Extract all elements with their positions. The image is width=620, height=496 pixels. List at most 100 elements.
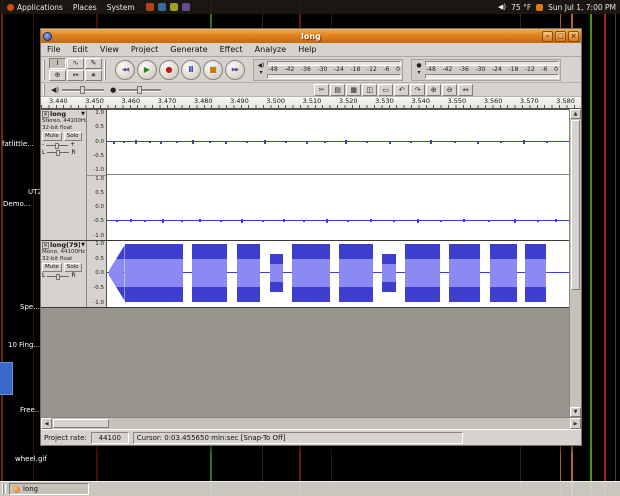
desktop-icon[interactable]: fatlittle... — [2, 140, 34, 148]
timeshift-tool[interactable]: ↔ — [67, 70, 84, 81]
taskbar-item-long[interactable]: long — [9, 483, 89, 495]
playback-meter-menu[interactable]: ◀) ▾ — [255, 61, 267, 79]
track-close-button[interactable]: × — [42, 111, 49, 119]
scroll-down-arrow[interactable]: ▼ — [570, 407, 581, 417]
clock[interactable]: Sun Jul 1, 7:00 PM — [548, 3, 616, 12]
track-menu-dropdown-icon[interactable]: ▼ — [81, 111, 85, 118]
horizontal-scrollbar[interactable]: ◀ ▶ — [41, 417, 581, 429]
weather-temperature[interactable]: 75 °F — [511, 3, 531, 12]
ruler-label: 3.440 — [49, 97, 68, 105]
toolbar-grip[interactable] — [104, 59, 107, 80]
slider-thumb[interactable] — [137, 85, 143, 94]
zoom-out-button[interactable]: ⊖ — [442, 83, 458, 96]
pan-slider[interactable] — [47, 273, 70, 280]
titlebar[interactable]: long – □ × — [41, 29, 581, 43]
vertical-ruler[interactable]: 1.0 0.5 0.0 -0.5 -1.0 — [87, 241, 106, 307]
menu-analyze[interactable]: Analyze — [249, 45, 293, 54]
launcher-icon-1[interactable] — [145, 3, 154, 11]
paste-button[interactable]: ▦ — [346, 83, 362, 96]
skip-end-button[interactable]: ▶▶ — [225, 59, 245, 80]
menu-project[interactable]: Project — [125, 45, 164, 54]
scroll-right-arrow[interactable]: ▶ — [570, 418, 581, 429]
taskbar-grip[interactable] — [2, 484, 6, 494]
vertical-scrollbar[interactable]: ▲ ▼ — [569, 109, 581, 417]
vertical-ruler[interactable]: 1.0 0.5 0.0 -0.5 -1.0 — [87, 110, 106, 176]
stop-button[interactable]: ■ — [203, 59, 223, 80]
track-close-button[interactable]: × — [42, 242, 49, 250]
slider-thumb[interactable] — [56, 150, 61, 157]
waveform-blip — [545, 141, 548, 143]
slider-thumb[interactable] — [55, 142, 60, 149]
silence-button[interactable]: ▭ — [378, 83, 394, 96]
vertical-scrollbar-thumb[interactable] — [571, 120, 580, 290]
solo-button[interactable]: Solo — [63, 132, 82, 142]
cut-button[interactable]: ✂ — [314, 83, 330, 96]
desktop-icon[interactable]: Spe... — [20, 303, 40, 311]
gain-slider[interactable] — [46, 142, 69, 149]
mute-button[interactable]: Mute — [42, 263, 62, 273]
mute-button[interactable]: Mute — [42, 132, 62, 142]
track-menu-dropdown-icon[interactable]: ▼ — [81, 242, 85, 249]
solo-button[interactable]: Solo — [63, 263, 82, 273]
desktop-icon[interactable]: Free... — [20, 406, 42, 414]
track-title[interactable]: long — [50, 111, 80, 118]
draw-tool[interactable]: ✎ — [85, 58, 102, 69]
menu-edit[interactable]: Edit — [66, 45, 94, 54]
trim-button[interactable]: ◫ — [362, 83, 378, 96]
selection-tool[interactable]: I — [49, 58, 66, 69]
track-title[interactable]: long(79) — [50, 242, 80, 249]
system-menu[interactable]: System — [104, 3, 138, 12]
record-button[interactable]: ● — [159, 59, 179, 80]
horizontal-scrollbar-thumb[interactable] — [53, 419, 109, 428]
launcher-icon-4[interactable] — [181, 3, 190, 11]
close-button[interactable]: × — [568, 30, 579, 42]
applications-menu[interactable]: Applications — [4, 3, 66, 12]
project-rate-value[interactable]: 44100 — [90, 431, 129, 444]
copy-button[interactable]: ▤ — [330, 83, 346, 96]
recording-meter-menu[interactable]: ● ▾ — [413, 61, 425, 79]
slider-thumb[interactable] — [56, 273, 61, 280]
launcher-icon-2[interactable] — [157, 3, 166, 11]
desktop-icon[interactable]: wheel.gif — [15, 455, 47, 463]
launcher-icon-3[interactable] — [169, 3, 178, 11]
input-volume-slider[interactable] — [119, 85, 162, 94]
zoom-fit-button[interactable]: ↔ — [458, 83, 474, 96]
desktop-icon[interactable]: Demo... — [3, 200, 30, 208]
menu-help[interactable]: Help — [292, 45, 322, 54]
toolbar-grip[interactable] — [43, 59, 46, 80]
slider-thumb[interactable] — [80, 85, 86, 94]
minimize-button[interactable]: – — [542, 30, 553, 42]
weather-icon[interactable] — [536, 3, 544, 11]
volume-icon[interactable]: ◀) — [498, 3, 506, 11]
play-button[interactable]: ▶ — [137, 59, 157, 80]
zoom-in-button[interactable]: ⊕ — [426, 83, 442, 96]
multi-tool[interactable]: ∗ — [85, 70, 102, 81]
toolbar-grip[interactable] — [43, 84, 46, 95]
undo-button[interactable]: ↶ — [394, 83, 410, 96]
output-volume-slider[interactable] — [62, 85, 105, 94]
redo-button[interactable]: ↷ — [410, 83, 426, 96]
timeline-ruler[interactable]: 3.440 3.450 3.460 3.470 3.480 3.490 3.500 3.510… — [41, 97, 581, 109]
pan-slider[interactable] — [47, 150, 70, 157]
waveform-channel-right[interactable] — [107, 175, 569, 240]
pause-button[interactable]: Ⅱ — [181, 59, 201, 80]
desktop-icon-thumbnail[interactable] — [0, 362, 13, 395]
menu-view[interactable]: View — [94, 45, 125, 54]
envelope-tool[interactable]: ∿ — [67, 58, 84, 69]
menu-generate[interactable]: Generate — [164, 45, 213, 54]
waveform-block — [291, 243, 330, 303]
window-menu-icon[interactable] — [43, 31, 52, 41]
zoom-tool[interactable]: ⊕ — [49, 70, 66, 81]
waveform-channel-mono[interactable] — [107, 241, 569, 305]
menu-effect[interactable]: Effect — [214, 45, 249, 54]
scroll-up-arrow[interactable]: ▲ — [570, 109, 581, 119]
waveform-channel-left[interactable] — [107, 110, 569, 175]
ruler-label: 3.460 — [121, 97, 141, 105]
vertical-ruler[interactable]: 1.0 0.5 0.0 -0.5 -1.0 — [87, 176, 106, 241]
desktop-icon[interactable]: 10 Fing... — [8, 341, 40, 349]
menu-file[interactable]: File — [41, 45, 66, 54]
maximize-button[interactable]: □ — [555, 30, 566, 42]
skip-start-button[interactable]: ◀◀ — [115, 59, 135, 80]
scroll-left-arrow[interactable]: ◀ — [41, 418, 52, 429]
places-menu[interactable]: Places — [70, 3, 100, 12]
